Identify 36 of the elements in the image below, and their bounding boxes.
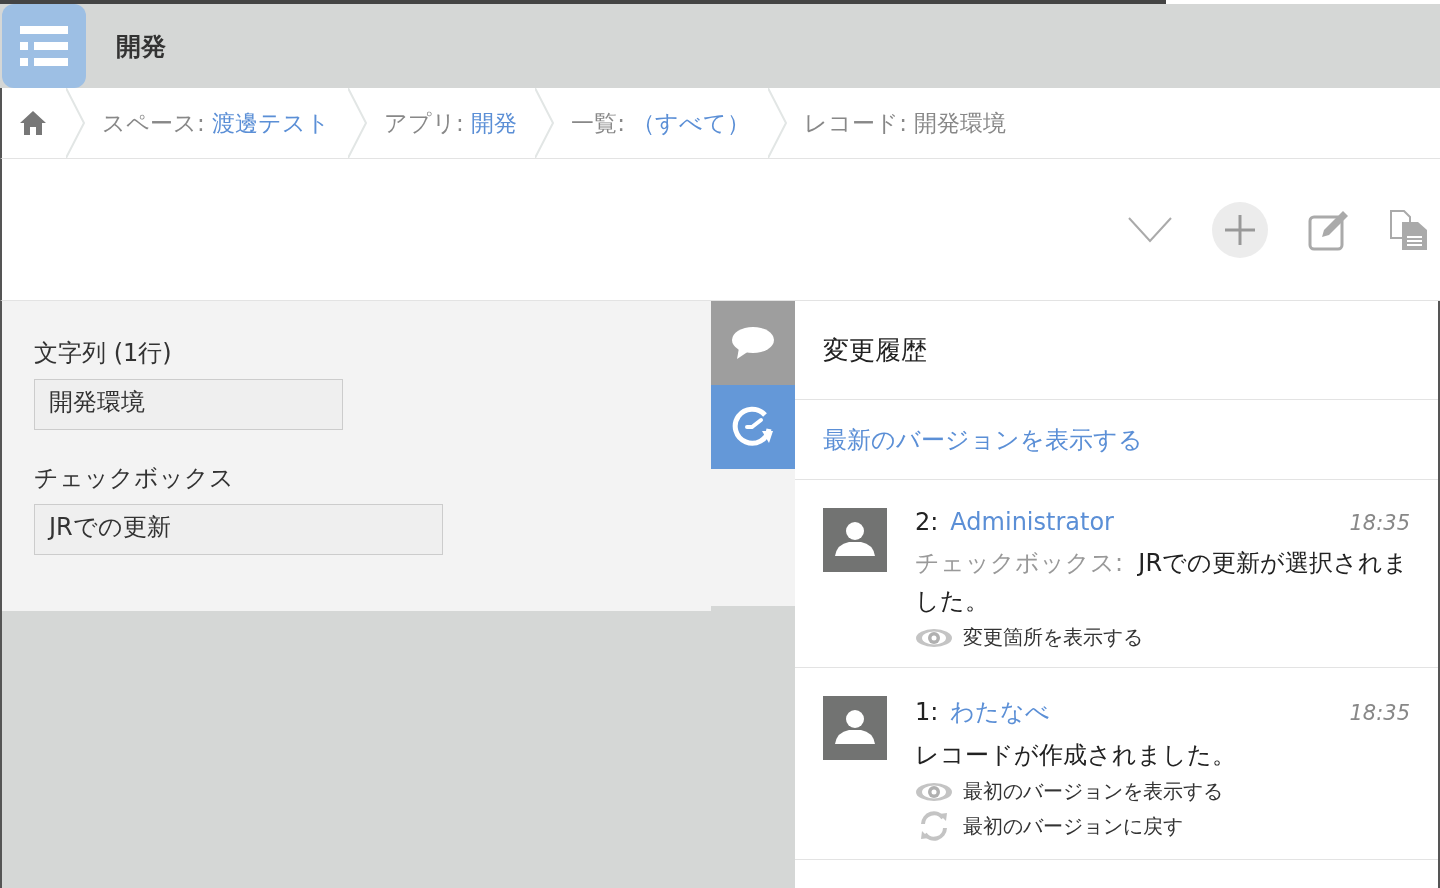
breadcrumb-item[interactable]: 一覧: （すべて）: [555, 107, 769, 139]
change-message: レコードが作成されました。: [915, 740, 1237, 771]
user-link[interactable]: わたなべ: [950, 696, 1051, 728]
avatar-icon: [823, 696, 887, 760]
app-title: 開発: [116, 30, 166, 63]
speech-bubble-icon: [731, 326, 775, 360]
list-icon: [20, 26, 68, 66]
user-link[interactable]: Administrator: [950, 508, 1114, 536]
time: 18:35: [1349, 511, 1410, 535]
version-number: 2:: [915, 508, 939, 536]
side-tab[interactable]: [711, 385, 795, 469]
breadcrumb-item[interactable]: アプリ: 開発: [368, 107, 536, 139]
breadcrumb-item[interactable]: レコード: 開発環境: [788, 107, 1025, 139]
field-value: JRでの更新: [34, 504, 443, 555]
time: 18:35: [1349, 701, 1410, 725]
app-icon[interactable]: [2, 4, 86, 88]
field-value: 開発環境: [34, 379, 343, 430]
action-link[interactable]: 最初のバージョンを表示する: [963, 778, 1223, 805]
latest-version-link[interactable]: 最新のバージョンを表示する: [823, 423, 1143, 456]
clock-refresh-icon: [731, 405, 775, 449]
action-link[interactable]: 最初のバージョンに戻す: [963, 812, 1183, 840]
eye-icon: [915, 780, 953, 803]
edit-icon[interactable]: [1308, 208, 1350, 251]
side-tab[interactable]: [711, 301, 795, 385]
history-title: 変更履歴: [795, 301, 1438, 400]
change-message: チェックボックス: JRでの更新が選択されました。: [915, 548, 1410, 617]
chevron-down-icon[interactable]: [1128, 216, 1172, 243]
breadcrumb-item[interactable]: スペース: 渡邊テスト: [86, 107, 349, 139]
plus-icon: [1225, 214, 1255, 245]
avatar-icon: [823, 508, 887, 572]
copy-document-icon[interactable]: [1390, 209, 1428, 250]
field-label: 文字列 (1行): [34, 338, 173, 369]
field-label: チェックボックス: [34, 463, 235, 494]
action-link[interactable]: 変更箇所を表示する: [963, 624, 1143, 651]
version-number: 1:: [915, 698, 939, 726]
eye-icon: [915, 626, 953, 649]
